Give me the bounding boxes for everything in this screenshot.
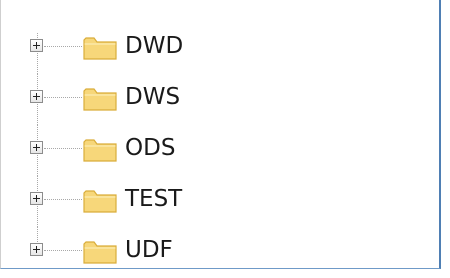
tree-node-udf[interactable]: UDF: [26, 227, 246, 278]
tree-node-label[interactable]: DWS: [125, 81, 180, 113]
tree-node-dwd[interactable]: DWD: [26, 23, 246, 74]
tree-node-label[interactable]: TEST: [125, 183, 182, 215]
tree-connector-line: [44, 46, 82, 47]
folder-icon: [83, 190, 117, 213]
folder-tree: DWD DWS ODS TEST UDF: [26, 23, 246, 278]
plus-expander-icon[interactable]: [30, 39, 43, 52]
tree-connector-line: [44, 148, 82, 149]
tree-node-dws[interactable]: DWS: [26, 74, 246, 125]
tree-connector-line: [44, 199, 82, 200]
tree-node-test[interactable]: TEST: [26, 176, 246, 227]
tree-node-ods[interactable]: ODS: [26, 125, 246, 176]
plus-expander-icon[interactable]: [30, 243, 43, 256]
tree-connector-line: [44, 250, 82, 251]
plus-expander-icon[interactable]: [30, 192, 43, 205]
plus-expander-icon[interactable]: [30, 90, 43, 103]
tree-connector-line: [44, 97, 82, 98]
folder-tree-panel: DWD DWS ODS TEST UDF: [0, 0, 441, 269]
tree-node-label[interactable]: UDF: [125, 234, 173, 266]
plus-expander-icon[interactable]: [30, 141, 43, 154]
folder-icon: [83, 37, 117, 60]
folder-icon: [83, 139, 117, 162]
tree-node-label[interactable]: ODS: [125, 132, 175, 164]
folder-icon: [83, 88, 117, 111]
folder-icon: [83, 241, 117, 264]
tree-node-label[interactable]: DWD: [125, 30, 183, 62]
